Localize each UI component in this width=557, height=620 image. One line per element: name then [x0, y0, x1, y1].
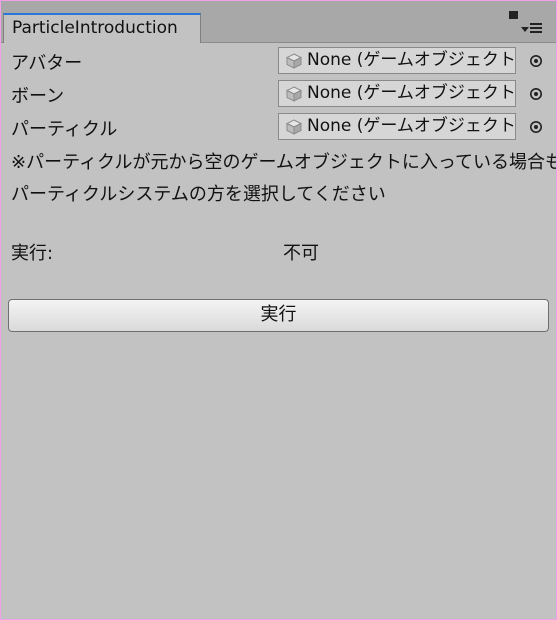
avatar-label: アバター — [11, 53, 83, 74]
note-line-2: パーティクルシステムの方を選択してください — [11, 184, 386, 205]
tab-particle-introduction[interactable]: ParticleIntroduction — [3, 13, 201, 43]
execution-status: 不可 — [283, 243, 319, 264]
menu-bars-icon — [530, 23, 542, 25]
execution-label: 実行: — [11, 243, 54, 264]
run-button[interactable]: 実行 — [8, 299, 549, 332]
object-picker-icon[interactable] — [529, 120, 543, 134]
bone-object-field[interactable]: None (ゲームオブジェクト) — [278, 80, 516, 107]
chevron-down-icon — [521, 27, 529, 32]
note-line-1: ※パーティクルが元から空のゲームオブジェクトに入っている場合も — [11, 152, 556, 173]
gameobject-cube-icon — [286, 53, 302, 69]
particle-label: パーティクル — [11, 119, 118, 140]
bone-label: ボーン — [11, 86, 65, 107]
bone-object-value: None (ゲームオブジェクト) — [307, 83, 516, 103]
object-picker-icon[interactable] — [529, 54, 543, 68]
tab-bar: ParticleIntroduction — [1, 1, 556, 43]
particle-object-field[interactable]: None (ゲームオブジェクト) — [278, 113, 516, 140]
avatar-object-value: None (ゲームオブジェクト) — [307, 50, 516, 70]
gameobject-cube-icon — [286, 119, 302, 135]
avatar-object-field[interactable]: None (ゲームオブジェクト) — [278, 47, 516, 74]
maximize-icon[interactable] — [509, 11, 518, 19]
particle-object-value: None (ゲームオブジェクト) — [307, 116, 516, 136]
gameobject-cube-icon — [286, 86, 302, 102]
tab-menu-icon[interactable] — [519, 21, 547, 37]
editor-window: ParticleIntroduction アバター None (ゲームオブジェク… — [1, 1, 556, 619]
object-picker-icon[interactable] — [529, 87, 543, 101]
